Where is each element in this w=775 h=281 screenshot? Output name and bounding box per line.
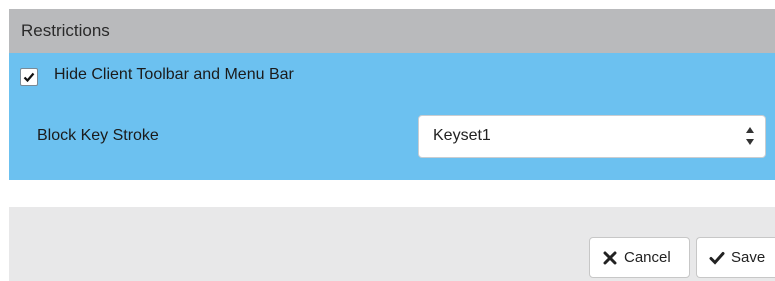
panel-header: Restrictions <box>9 9 775 53</box>
block-key-stroke-label: Block Key Stroke <box>37 127 159 144</box>
check-icon <box>709 251 725 265</box>
save-button[interactable]: Save <box>696 237 775 278</box>
restrictions-panel: Restrictions Hide Client Toolbar and Men… <box>9 9 775 281</box>
x-icon <box>603 251 617 264</box>
divider-strip <box>9 180 775 207</box>
panel-title: Restrictions <box>21 21 110 40</box>
check-icon <box>23 72 35 83</box>
sort-arrows-icon <box>746 127 754 145</box>
select-value: Keyset1 <box>433 127 491 144</box>
hide-toolbar-checkbox[interactable] <box>20 68 38 86</box>
restrictions-section: Hide Client Toolbar and Menu Bar Block K… <box>9 53 775 180</box>
cancel-label: Cancel <box>624 249 671 266</box>
block-key-stroke-select[interactable]: Keyset1 <box>418 115 766 158</box>
hide-toolbar-label[interactable]: Hide Client Toolbar and Menu Bar <box>54 66 294 84</box>
cancel-button[interactable]: Cancel <box>589 237 690 278</box>
save-label: Save <box>731 249 766 266</box>
